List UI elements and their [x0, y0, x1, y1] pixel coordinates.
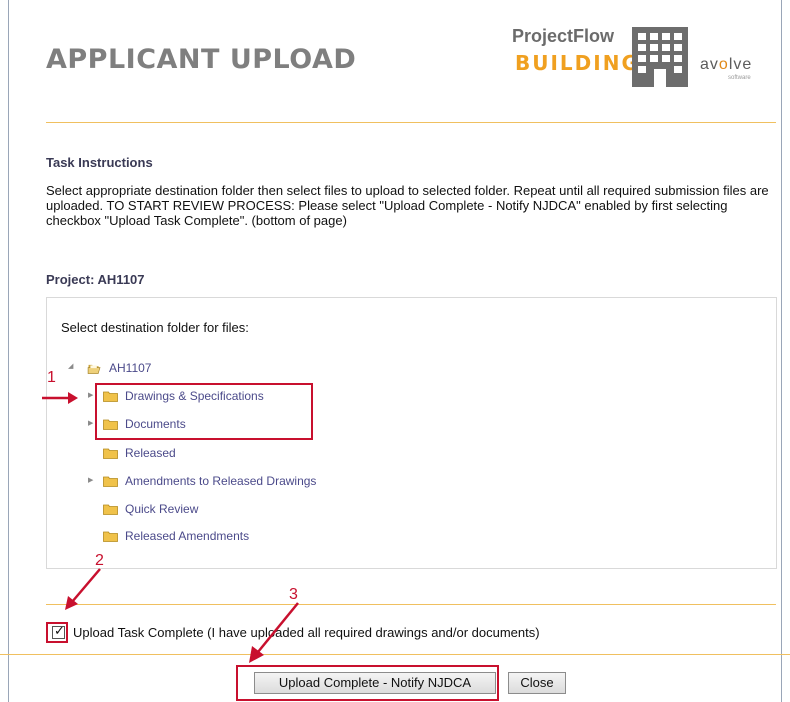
tree-root-ah1107[interactable]: AH1107	[87, 361, 151, 375]
tree-item-label: Released Amendments	[125, 529, 250, 543]
close-button[interactable]: Close	[508, 672, 566, 694]
page-right-border	[781, 0, 782, 702]
expand-arrow-icon[interactable]: ▶	[88, 391, 93, 399]
collapse-arrow-icon[interactable]: ◢	[68, 362, 73, 370]
tree-item-released-amendments[interactable]: Released Amendments	[103, 529, 249, 543]
highlight-box-folders	[95, 383, 313, 440]
header-divider	[46, 122, 776, 123]
logo-product-building: BUILDING	[515, 51, 640, 75]
tree-item-label: Quick Review	[125, 502, 199, 516]
annotation-arrow-3	[249, 602, 299, 663]
tree-item-quick-review[interactable]: Quick Review	[103, 502, 198, 516]
open-folder-icon	[87, 364, 101, 374]
expand-arrow-icon[interactable]: ▶	[88, 419, 93, 427]
upload-task-complete-label[interactable]: Upload Task Complete (I have uploaded al…	[73, 625, 540, 640]
expand-arrow-icon[interactable]: ▶	[88, 476, 93, 484]
page-title: APPLICANT UPLOAD	[46, 44, 357, 75]
folder-icon	[103, 531, 118, 542]
task-instructions-text: Select appropriate destination folder th…	[46, 183, 769, 228]
tree-item-amendments-released-drawings[interactable]: Amendments to Released Drawings	[103, 474, 316, 488]
page-left-border	[8, 0, 9, 702]
annotation-arrow-2	[65, 568, 101, 610]
folder-icon	[103, 448, 118, 459]
tree-item-label: Amendments to Released Drawings	[125, 474, 317, 488]
button-divider	[0, 654, 790, 655]
building-icon	[632, 27, 688, 87]
footer-divider	[46, 604, 776, 605]
logo-product-name: ProjectFlow	[512, 26, 615, 46]
annotation-arrow-1	[42, 392, 78, 404]
avolve-wordmark: avolve	[700, 56, 753, 73]
highlight-box-notify-button	[236, 665, 499, 701]
folder-tree-prompt: Select destination folder for files:	[61, 320, 249, 335]
folder-icon	[103, 504, 118, 515]
tree-item-released[interactable]: Released	[103, 446, 176, 460]
projectflow-avolve-logo: ProjectFlow BUILDING avolve software	[512, 18, 770, 98]
callout-number-1: 1	[47, 369, 56, 386]
highlight-box-checkbox	[46, 622, 68, 643]
project-heading: Project: AH1107	[46, 272, 145, 287]
folder-icon	[103, 476, 118, 487]
tree-item-label: Released	[125, 446, 176, 460]
avolve-tagline: software	[728, 75, 751, 81]
task-instructions-heading: Task Instructions	[46, 155, 153, 170]
tree-root-label: AH1107	[109, 361, 152, 375]
